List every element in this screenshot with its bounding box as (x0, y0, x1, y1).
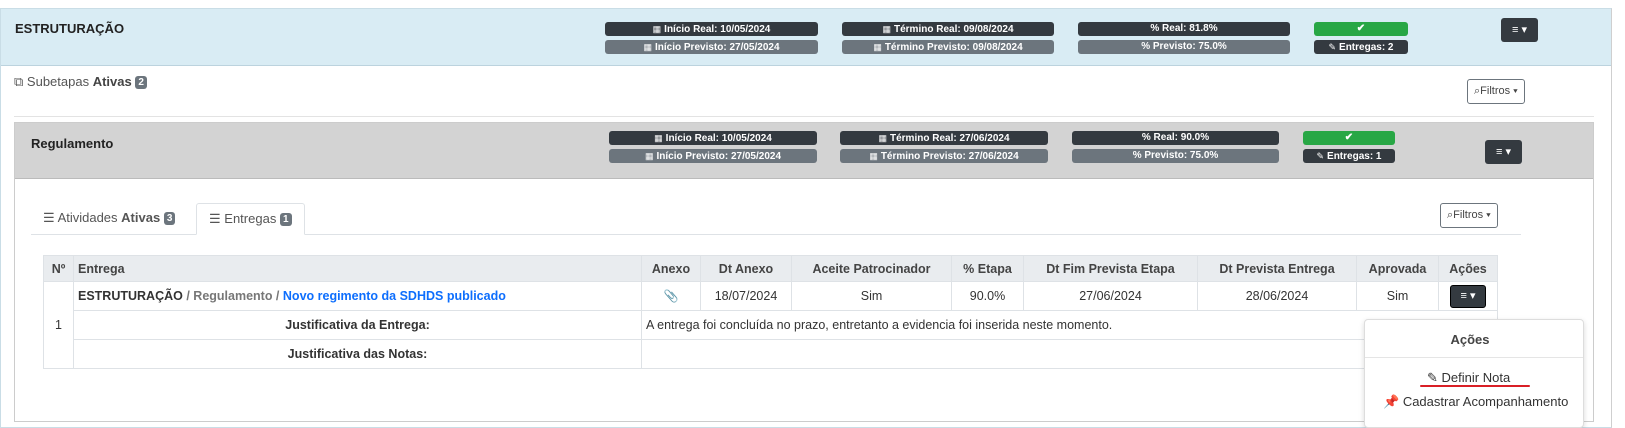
col-header: Aprovada (1356, 255, 1439, 282)
calendar-icon: ▦ (643, 42, 652, 52)
stage-termino-real: ▦ Término Real: 09/08/2024 (842, 22, 1054, 36)
dropdown-divider (1365, 357, 1583, 358)
stage-inicio-previsto: ▦ Início Previsto: 27/05/2024 (605, 40, 818, 54)
pct-etapa: 90.0% (951, 281, 1024, 311)
col-header: Ações (1438, 255, 1498, 282)
substage-tabs: ☰ Atividades Ativas 3 ☰ Entregas 1 (31, 195, 1521, 235)
dropdown-header: Ações (1450, 332, 1490, 347)
subetapas-filter-button[interactable]: ⌕Filtros ▾ (1467, 79, 1525, 104)
calendar-icon: ▦ (654, 133, 663, 143)
substage-inicio-real: ▦ Início Real: 10/05/2024 (609, 131, 817, 145)
copy-icon: ⧉ (14, 74, 24, 89)
calendar-icon: ▦ (869, 151, 878, 161)
stage-status-check-icon: ✔ (1314, 22, 1408, 36)
subetapas-count-badge: 2 (135, 76, 147, 89)
col-header: Dt Prevista Entrega (1197, 255, 1357, 282)
row-actions-button[interactable]: ≡ ▾ (1450, 284, 1486, 308)
col-header: Anexo (641, 255, 701, 282)
table-row: 1 ESTRUTURAÇÃO / Regulamento / Novo regi… (43, 281, 1498, 369)
divider (14, 116, 1594, 117)
highlight-underline (1420, 385, 1530, 387)
stage-termino-previsto: ▦ Término Previsto: 09/08/2024 (842, 40, 1054, 54)
stage-title: ESTRUTURAÇÃO (15, 21, 125, 36)
justificativa-entrega-label: Justificativa da Entrega: (73, 310, 642, 340)
stage-inicio-real: ▦ Início Real: 10/05/2024 (605, 22, 818, 36)
aprovada: Sim (1356, 281, 1439, 311)
stage-menu-button[interactable]: ≡ ▾ (1501, 18, 1538, 42)
substage-inicio-previsto: ▦ Início Previsto: 27/05/2024 (609, 149, 817, 163)
col-header: % Etapa (951, 255, 1024, 282)
substage-termino-previsto: ▦ Término Previsto: 27/06/2024 (840, 149, 1048, 163)
substage-title: Regulamento (31, 136, 114, 151)
delivery-breadcrumb: ESTRUTURAÇÃO / Regulamento / Novo regime… (73, 281, 642, 311)
substage-entregas: ✎ Entregas: 1 (1303, 149, 1395, 163)
actions-cell: ≡ ▾ (1438, 281, 1498, 311)
dt-prevista-entrega: 28/06/2024 (1197, 281, 1357, 311)
substage-filter-button[interactable]: ⌕Filtros ▾ (1440, 203, 1498, 228)
table-row: Justificativa da Entrega: A entrega foi … (44, 310, 1498, 340)
table-row: Justificativa das Notas: (44, 339, 1498, 369)
dt-fim-prevista-etapa: 27/06/2024 (1023, 281, 1198, 311)
pin-icon: 📌 (1383, 394, 1400, 409)
tab-entregas[interactable]: ☰ Entregas 1 (196, 203, 305, 235)
substage-termino-real: ▦ Término Real: 27/06/2024 (840, 131, 1048, 145)
justificativa-notas-label: Justificativa das Notas: (73, 339, 642, 369)
calendar-icon: ▦ (644, 151, 654, 161)
substage-pct-previsto: % Previsto: 75.0% (1072, 149, 1279, 163)
stage-entregas: ✎ Entregas: 2 (1314, 40, 1408, 54)
row-number: 1 (43, 281, 74, 369)
paperclip-icon[interactable]: 📎 (664, 289, 679, 303)
tab-count-badge: 3 (163, 212, 176, 225)
substage-status-check-icon: ✔ (1303, 131, 1395, 145)
tab-atividades[interactable]: ☰ Atividades Ativas 3 (31, 203, 187, 235)
calendar-icon: ▦ (882, 24, 891, 34)
col-header: Entrega (73, 255, 642, 282)
tab-count-badge: 1 (279, 213, 292, 226)
substage-pct-real: % Real: 90.0% (1072, 131, 1279, 145)
dt-anexo: 18/07/2024 (700, 281, 792, 311)
col-header: Dt Fim Prevista Etapa (1023, 255, 1198, 282)
subetapas-title: ⧉ Subetapas Ativas 2 (14, 74, 147, 90)
delivery-link[interactable]: Novo regimento da SDHDS publicado (283, 289, 506, 303)
paperclip-icon: ✎ (1316, 151, 1325, 161)
col-header: Nº (43, 255, 74, 282)
col-header: Dt Anexo (700, 255, 792, 282)
paperclip-icon: ✎ (1328, 42, 1337, 52)
menu-item-definir-nota[interactable]: ✎ Definir Nota (1427, 370, 1510, 386)
list-icon: ☰ (43, 210, 55, 225)
stage-pct-previsto: % Previsto: 75.0% (1078, 40, 1290, 54)
stage-header: ESTRUTURAÇÃO ▦ Início Real: 10/05/2024 ▦ I… (1, 9, 1611, 66)
edit-icon: ✎ (1427, 370, 1438, 385)
substage-menu-button[interactable]: ≡ ▾ (1485, 140, 1522, 164)
calendar-icon: ▦ (873, 42, 882, 52)
calendar-icon: ▦ (652, 24, 662, 34)
substage-panel: Regulamento ▦ Início Real: 10/05/2024 ▦ In… (14, 122, 1594, 422)
col-header: Aceite Patrocinador (791, 255, 952, 282)
list-icon: ☰ (209, 211, 221, 226)
menu-item-cadastrar-acompanhamento[interactable]: 📌 Cadastrar Acompanhamento (1383, 394, 1568, 410)
attachment-cell: 📎 (641, 281, 701, 311)
substage-header: Regulamento ▦ Início Real: 10/05/2024 ▦ In… (15, 123, 1593, 179)
stage-pct-real: % Real: 81.8% (1078, 22, 1290, 36)
calendar-icon: ▦ (878, 133, 887, 143)
table-header-row: Nº Entrega Anexo Dt Anexo Aceite Patroci… (43, 255, 1498, 282)
actions-dropdown: Ações ✎ Definir Nota 📌 Cadastrar Acompan… (1364, 319, 1584, 428)
deliveries-table: Nº Entrega Anexo Dt Anexo Aceite Patroci… (43, 255, 1498, 369)
aceite-patrocinador: Sim (791, 281, 952, 311)
